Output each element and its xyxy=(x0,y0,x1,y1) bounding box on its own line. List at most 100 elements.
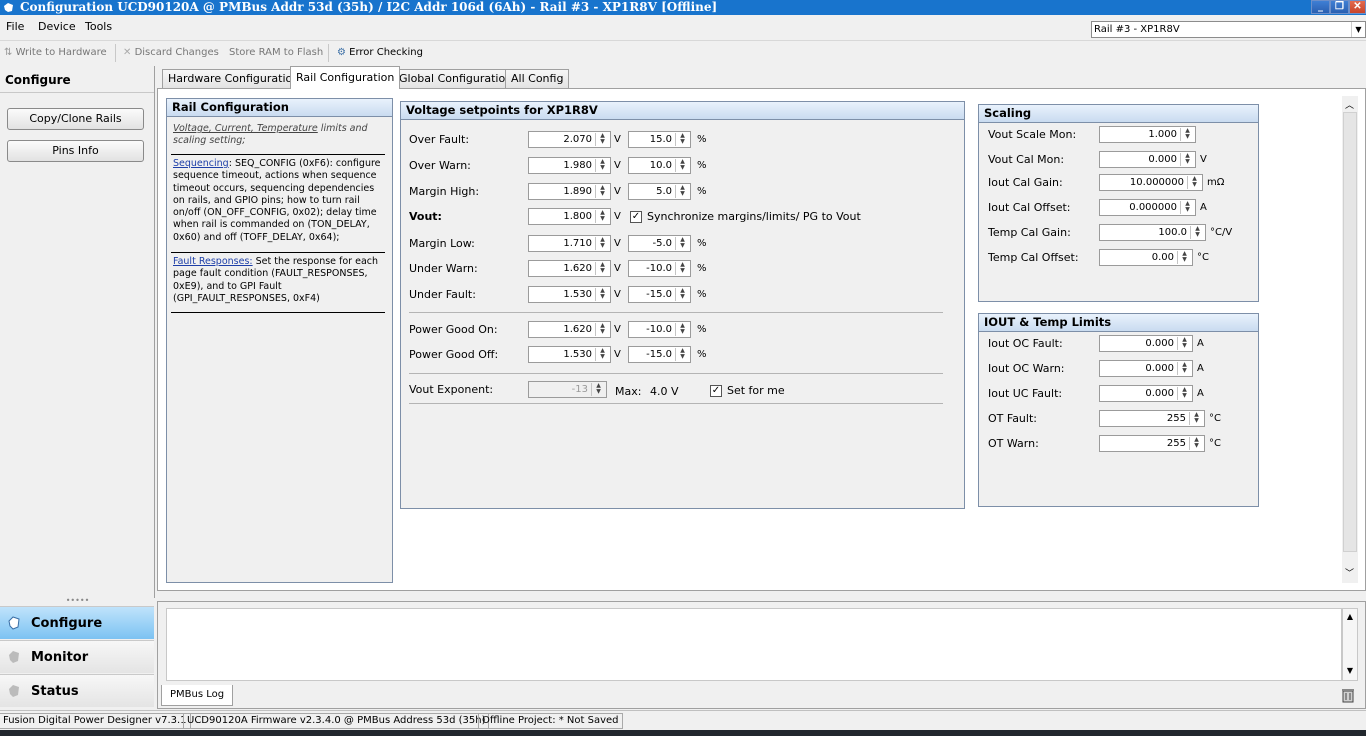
unit-volts: V xyxy=(614,289,621,300)
error-checking-button[interactable]: ⚙ Error Checking xyxy=(337,47,423,58)
write-to-hardware-button[interactable]: ⇅ Write to Hardware xyxy=(4,47,107,58)
set-for-me-checkbox[interactable]: ✓ xyxy=(710,385,722,397)
under-fault-input[interactable]: 1.530 ▲ ▼ xyxy=(528,286,611,303)
pins-info-button[interactable]: Pins Info xyxy=(7,140,144,162)
over-warn-percent-input[interactable]: 10.0 ▲ ▼ xyxy=(628,157,691,174)
chevron-up-icon[interactable]: ︿ xyxy=(1345,98,1354,111)
over-fault-percent-input[interactable]: 15.0 ▲ ▼ xyxy=(628,131,691,148)
scrollbar-thumb[interactable] xyxy=(1343,112,1357,552)
spin-arrows-icon[interactable]: ▲ ▼ xyxy=(675,159,689,172)
ot-warn-input[interactable]: 255 ▲ ▼ xyxy=(1099,435,1205,452)
under-warn-input[interactable]: 1.620 ▲ ▼ xyxy=(528,260,611,277)
tab-hardware-configuration[interactable]: Hardware Configuration xyxy=(162,69,306,88)
margin-low-percent-input[interactable]: -5.0 ▲ ▼ xyxy=(628,235,691,252)
under-warn-percent-input[interactable]: -10.0 ▲ ▼ xyxy=(628,260,691,277)
spin-arrows-icon[interactable]: ▲ ▼ xyxy=(595,288,609,301)
limits-link[interactable]: Voltage, Current, Temperature xyxy=(173,123,318,134)
log-scrollbar[interactable]: ▲ ▼ xyxy=(1342,608,1358,681)
spin-arrows-icon[interactable]: ▲ ▼ xyxy=(1177,251,1191,264)
spin-arrows-icon[interactable]: ▲ ▼ xyxy=(1180,201,1194,214)
power-good-off-percent-input[interactable]: -15.0 ▲ ▼ xyxy=(628,346,691,363)
tab-global-configuration[interactable]: Global Configuration xyxy=(393,69,519,88)
menu-device[interactable]: Device xyxy=(38,20,76,33)
unit-volts: V xyxy=(614,160,621,171)
spin-arrows-icon[interactable]: ▲ ▼ xyxy=(675,323,689,336)
margin-high-input[interactable]: 1.890 ▲ ▼ xyxy=(528,183,611,200)
tab-pmbus-log[interactable]: PMBus Log xyxy=(161,685,234,706)
power-good-off-input[interactable]: 1.530 ▲ ▼ xyxy=(528,346,611,363)
spin-arrows-icon[interactable]: ▲ ▼ xyxy=(1187,176,1201,189)
close-button[interactable]: ✕ xyxy=(1349,0,1366,14)
margin-low-input[interactable]: 1.710 ▲ ▼ xyxy=(528,235,611,252)
spin-arrows-icon[interactable]: ▲ ▼ xyxy=(1180,153,1194,166)
trash-icon[interactable] xyxy=(1341,687,1355,703)
spin-arrows-icon[interactable]: ▲ ▼ xyxy=(595,323,609,336)
iout-cal-gain-input[interactable]: 10.000000 ▲ ▼ xyxy=(1099,174,1203,191)
maximize-button[interactable]: ❐ xyxy=(1330,0,1349,14)
spin-arrows-icon[interactable]: ▲ ▼ xyxy=(1190,226,1204,239)
over-warn-input[interactable]: 1.980 ▲ ▼ xyxy=(528,157,611,174)
iout-uc-fault-input[interactable]: 0.000 ▲ ▼ xyxy=(1099,385,1193,402)
power-good-on-input[interactable]: 1.620 ▲ ▼ xyxy=(528,321,611,338)
content-scrollbar[interactable]: ︿ ﹀ xyxy=(1342,96,1358,583)
vout-input[interactable]: 1.800 ▲ ▼ xyxy=(528,208,611,225)
nav-monitor[interactable]: Monitor xyxy=(0,640,154,673)
chevron-down-icon[interactable]: ﹀ xyxy=(1345,566,1354,579)
nav-monitor-label: Monitor xyxy=(31,650,89,665)
tab-rail-configuration[interactable]: Rail Configuration xyxy=(290,66,401,89)
under-fault-percent-input[interactable]: -15.0 ▲ ▼ xyxy=(628,286,691,303)
spin-arrows-icon[interactable]: ▲ ▼ xyxy=(675,262,689,275)
iout-cal-offset-input[interactable]: 0.000000 ▲ ▼ xyxy=(1099,199,1196,216)
spin-arrows-icon[interactable]: ▲ ▼ xyxy=(595,185,609,198)
iout-oc-fault-input[interactable]: 0.000 ▲ ▼ xyxy=(1099,335,1193,352)
menu-file[interactable]: File xyxy=(6,20,24,33)
vout-cal-mon-input[interactable]: 0.000 ▲ ▼ xyxy=(1099,151,1196,168)
set-for-me-label: Set for me xyxy=(727,384,785,397)
spin-arrows-icon[interactable]: ▲ ▼ xyxy=(595,210,609,223)
spin-arrows-icon[interactable]: ▲ ▼ xyxy=(675,237,689,250)
copy-clone-rails-button[interactable]: Copy/Clone Rails xyxy=(7,108,144,130)
nav-configure[interactable]: Configure xyxy=(0,606,154,639)
pane-splitter[interactable]: ••••• xyxy=(0,597,155,606)
temp-cal-offset-label: Temp Cal Offset: xyxy=(988,251,1079,264)
discard-changes-button[interactable]: ✕ Discard Changes xyxy=(123,47,219,58)
fault-responses-link[interactable]: Fault Responses: xyxy=(173,256,253,267)
minimize-button[interactable]: _ xyxy=(1311,0,1330,14)
power-good-on-percent-input[interactable]: -10.0 ▲ ▼ xyxy=(628,321,691,338)
sequencing-link[interactable]: Sequencing xyxy=(173,158,229,169)
store-ram-to-flash-button[interactable]: Store RAM to Flash xyxy=(229,47,323,58)
spin-arrows-icon[interactable]: ▲ ▼ xyxy=(1189,412,1203,425)
over-fault-input[interactable]: 2.070 ▲ ▼ xyxy=(528,131,611,148)
rail-selector-dropdown[interactable]: Rail #3 - XP1R8V ▼ xyxy=(1091,21,1366,38)
pmbus-log-text[interactable] xyxy=(166,608,1342,681)
spin-arrows-icon[interactable]: ▲ ▼ xyxy=(595,133,609,146)
iout-oc-warn-input[interactable]: 0.000 ▲ ▼ xyxy=(1099,360,1193,377)
spin-arrows-icon[interactable]: ▲ ▼ xyxy=(595,348,609,361)
spin-arrows-icon[interactable]: ▲ ▼ xyxy=(675,133,689,146)
chevron-down-icon[interactable]: ▼ xyxy=(1343,666,1357,675)
rail-config-title: Rail Configuration xyxy=(167,99,392,117)
temp-cal-gain-input[interactable]: 100.0 ▲ ▼ xyxy=(1099,224,1206,241)
spin-arrows-icon[interactable]: ▲ ▼ xyxy=(1189,437,1203,450)
tab-all-config[interactable]: All Config xyxy=(505,69,570,88)
spin-arrows-icon[interactable]: ▲ ▼ xyxy=(595,237,609,250)
spin-arrows-icon[interactable]: ▲ ▼ xyxy=(1177,362,1191,375)
spin-arrows-icon[interactable]: ▲ ▼ xyxy=(675,288,689,301)
spin-arrows-icon[interactable]: ▲ ▼ xyxy=(1180,128,1194,141)
temp-cal-offset-input[interactable]: 0.00 ▲ ▼ xyxy=(1099,249,1193,266)
spin-arrows-icon[interactable]: ▲ ▼ xyxy=(675,348,689,361)
spin-arrows-icon[interactable]: ▲ ▼ xyxy=(675,185,689,198)
write-icon: ⇅ xyxy=(4,47,13,58)
vout-scale-mon-input[interactable]: 1.000 ▲ ▼ xyxy=(1099,126,1196,143)
sync-checkbox[interactable]: ✓ xyxy=(630,211,642,223)
chevron-up-icon[interactable]: ▲ xyxy=(1343,612,1357,621)
spin-arrows-icon[interactable]: ▲ ▼ xyxy=(595,159,609,172)
ot-fault-input[interactable]: 255 ▲ ▼ xyxy=(1099,410,1205,427)
chevron-down-icon[interactable]: ▼ xyxy=(1351,22,1365,37)
spin-arrows-icon[interactable]: ▲ ▼ xyxy=(1177,387,1191,400)
menu-tools[interactable]: Tools xyxy=(85,20,112,33)
nav-status[interactable]: Status xyxy=(0,674,154,707)
spin-arrows-icon[interactable]: ▲ ▼ xyxy=(595,262,609,275)
margin-high-percent-input[interactable]: 5.0 ▲ ▼ xyxy=(628,183,691,200)
spin-arrows-icon[interactable]: ▲ ▼ xyxy=(1177,337,1191,350)
